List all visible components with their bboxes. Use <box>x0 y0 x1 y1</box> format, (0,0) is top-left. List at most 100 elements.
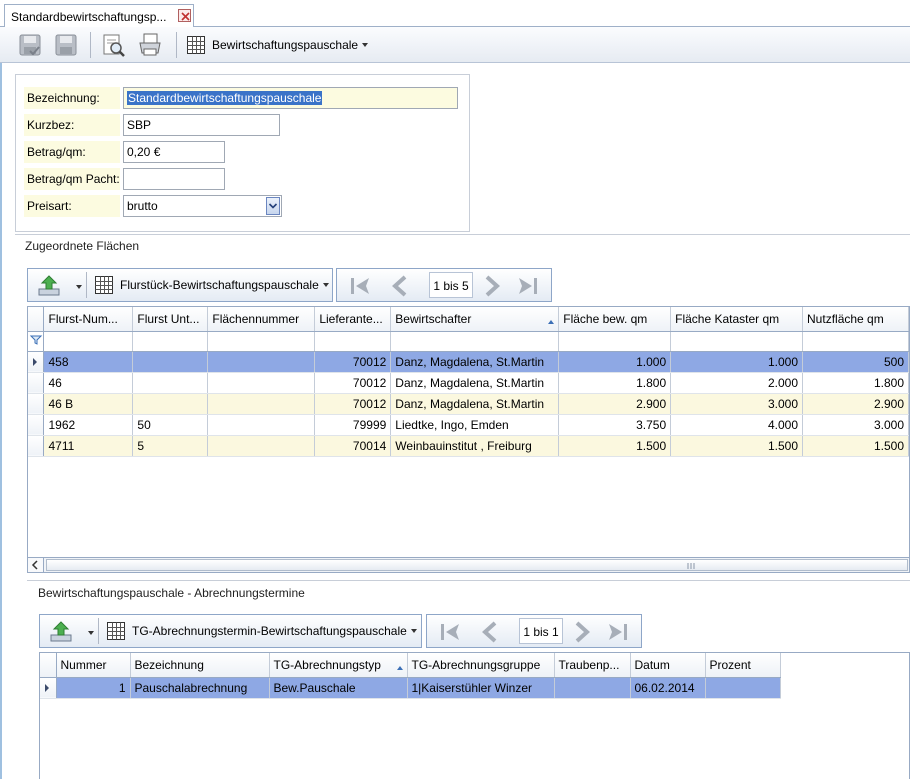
table-cell[interactable] <box>207 435 316 457</box>
table-cell[interactable] <box>207 372 316 394</box>
row-indicator[interactable] <box>28 372 45 394</box>
table-cell[interactable]: Bew.Pauschale <box>269 677 408 699</box>
last-page-icon[interactable] <box>515 273 541 299</box>
table-cell[interactable]: Liedtke, Ingo, Emden <box>390 414 560 436</box>
next-page-icon[interactable] <box>569 619 595 645</box>
table-cell[interactable]: 1.500 <box>558 435 672 457</box>
column-header[interactable]: Prozent <box>705 653 781 678</box>
table-cell[interactable]: 1.800 <box>558 372 672 394</box>
print-button[interactable] <box>136 31 164 59</box>
row-indicator[interactable] <box>28 414 45 436</box>
next-page-icon[interactable] <box>479 273 505 299</box>
previous-page-icon[interactable] <box>477 619 503 645</box>
table-cell[interactable]: 1.500 <box>670 435 804 457</box>
table-cell[interactable]: 50 <box>132 414 209 436</box>
table-cell[interactable]: 1|Kaiserstühler Winzer <box>407 677 555 699</box>
filter-cell[interactable] <box>558 331 672 352</box>
table-cell[interactable] <box>207 393 316 415</box>
table-row[interactable]: 1962 50 79999 Liedtke, Ingo, Emden 3.750 4.00… <box>28 414 909 436</box>
column-header[interactable]: Lieferante... <box>314 307 392 332</box>
table-cell[interactable]: 79999 <box>314 414 392 436</box>
table-cell[interactable]: 2.900 <box>558 393 672 415</box>
table-cell[interactable]: 70012 <box>314 393 392 415</box>
table-cell[interactable]: 1 <box>56 677 131 699</box>
table-cell[interactable]: Danz, Magdalena, St.Martin <box>390 351 560 373</box>
table-cell[interactable]: 70012 <box>314 351 392 373</box>
column-header-sorted[interactable]: TG-Abrechnungstyp <box>269 653 408 678</box>
last-page-icon[interactable] <box>605 619 631 645</box>
tab-standardbewirtschaftung[interactable]: Standardbewirtschaftungsp... <box>4 4 194 28</box>
filter-cell[interactable] <box>802 331 909 352</box>
save-close-button[interactable] <box>16 31 44 59</box>
table-cell[interactable] <box>705 677 781 699</box>
layout-dropdown-button[interactable]: Bewirtschaftungspauschale <box>186 30 369 60</box>
table-cell[interactable]: 500 <box>802 351 909 373</box>
first-page-icon[interactable] <box>437 619 463 645</box>
filter-cell[interactable] <box>28 331 45 352</box>
flaechen-layout-dropdown[interactable]: Flurstück-Bewirtschaftungspauschale <box>94 270 329 300</box>
kurzbez-field[interactable]: SBP <box>123 114 280 136</box>
preisart-dropdown-button[interactable] <box>266 197 280 215</box>
table-cell[interactable]: 1962 <box>43 414 134 436</box>
row-indicator[interactable] <box>28 351 45 373</box>
previous-page-icon[interactable] <box>387 273 413 299</box>
filter-cell[interactable] <box>314 331 392 352</box>
row-indicator[interactable] <box>28 393 45 415</box>
close-icon[interactable] <box>178 9 191 22</box>
table-row[interactable]: 46 70012 Danz, Magdalena, St.Martin 1.800 2.… <box>28 372 909 394</box>
table-cell[interactable]: 3.000 <box>802 414 909 436</box>
column-header[interactable]: Flurst-Num... <box>43 307 134 332</box>
termine-layout-dropdown[interactable]: TG-Abrechnungstermin-Bewirtschaftungspau… <box>106 616 417 646</box>
table-cell[interactable]: Pauschalabrechnung <box>130 677 270 699</box>
table-cell[interactable] <box>207 414 316 436</box>
bezeichnung-field[interactable]: Standardbewirtschaftungspauschale <box>123 87 458 109</box>
export-button[interactable] <box>36 273 82 299</box>
column-header-sorted[interactable]: Bewirtschafter <box>390 307 560 332</box>
table-cell[interactable]: Weinbauinstitut , Freiburg <box>390 435 560 457</box>
row-indicator[interactable] <box>40 677 57 699</box>
table-cell[interactable] <box>207 351 316 373</box>
table-cell[interactable] <box>132 372 209 394</box>
table-cell[interactable]: 3.000 <box>670 393 804 415</box>
column-header[interactable]: Nutzfläche qm <box>802 307 909 332</box>
save-button[interactable] <box>52 31 80 59</box>
table-cell[interactable]: 2.000 <box>670 372 804 394</box>
filter-cell[interactable] <box>670 331 804 352</box>
table-cell[interactable]: 46 B <box>43 393 134 415</box>
first-page-icon[interactable] <box>347 273 373 299</box>
table-cell[interactable]: 46 <box>43 372 134 394</box>
flaechen-horizontal-scrollbar[interactable] <box>27 557 910 573</box>
scroll-left-button[interactable] <box>28 558 44 572</box>
table-cell[interactable]: 5 <box>132 435 209 457</box>
table-cell[interactable]: 3.750 <box>558 414 672 436</box>
table-cell[interactable]: 1.800 <box>802 372 909 394</box>
betrag-pacht-field[interactable] <box>123 168 225 190</box>
table-cell[interactable]: 458 <box>43 351 134 373</box>
table-row[interactable]: 46 B 70012 Danz, Magdalena, St.Martin 2.900… <box>28 393 909 415</box>
column-header[interactable]: Nummer <box>56 653 131 678</box>
filter-cell[interactable] <box>132 331 209 352</box>
table-cell[interactable]: 4.000 <box>670 414 804 436</box>
column-header[interactable]: Traubenp... <box>554 653 631 678</box>
filter-cell[interactable] <box>43 331 134 352</box>
table-cell[interactable] <box>132 351 209 373</box>
column-header[interactable]: Fläche Kataster qm <box>670 307 804 332</box>
filter-cell[interactable] <box>207 331 316 352</box>
export-button[interactable] <box>48 619 94 645</box>
table-cell[interactable]: 2.900 <box>802 393 909 415</box>
table-cell[interactable]: 70012 <box>314 372 392 394</box>
filter-cell[interactable] <box>390 331 560 352</box>
table-cell[interactable]: 70014 <box>314 435 392 457</box>
table-row[interactable]: 4711 5 70014 Weinbauinstitut , Freiburg 1.50… <box>28 435 909 457</box>
table-cell[interactable]: 1.500 <box>802 435 909 457</box>
table-cell[interactable] <box>132 393 209 415</box>
table-row[interactable]: 1 Pauschalabrechnung Bew.Pauschale 1|Kaiser… <box>40 677 781 699</box>
betrag-field[interactable]: 0,20 € <box>123 141 225 163</box>
column-header[interactable]: TG-Abrechnungsgruppe <box>407 653 555 678</box>
table-cell[interactable]: 1.000 <box>670 351 804 373</box>
column-header[interactable]: Fläche bew. qm <box>558 307 672 332</box>
row-indicator[interactable] <box>28 435 45 457</box>
table-cell[interactable]: 1.000 <box>558 351 672 373</box>
table-row[interactable]: 458 70012 Danz, Magdalena, St.Martin 1.000 1… <box>28 351 909 373</box>
table-cell[interactable]: Danz, Magdalena, St.Martin <box>390 393 560 415</box>
